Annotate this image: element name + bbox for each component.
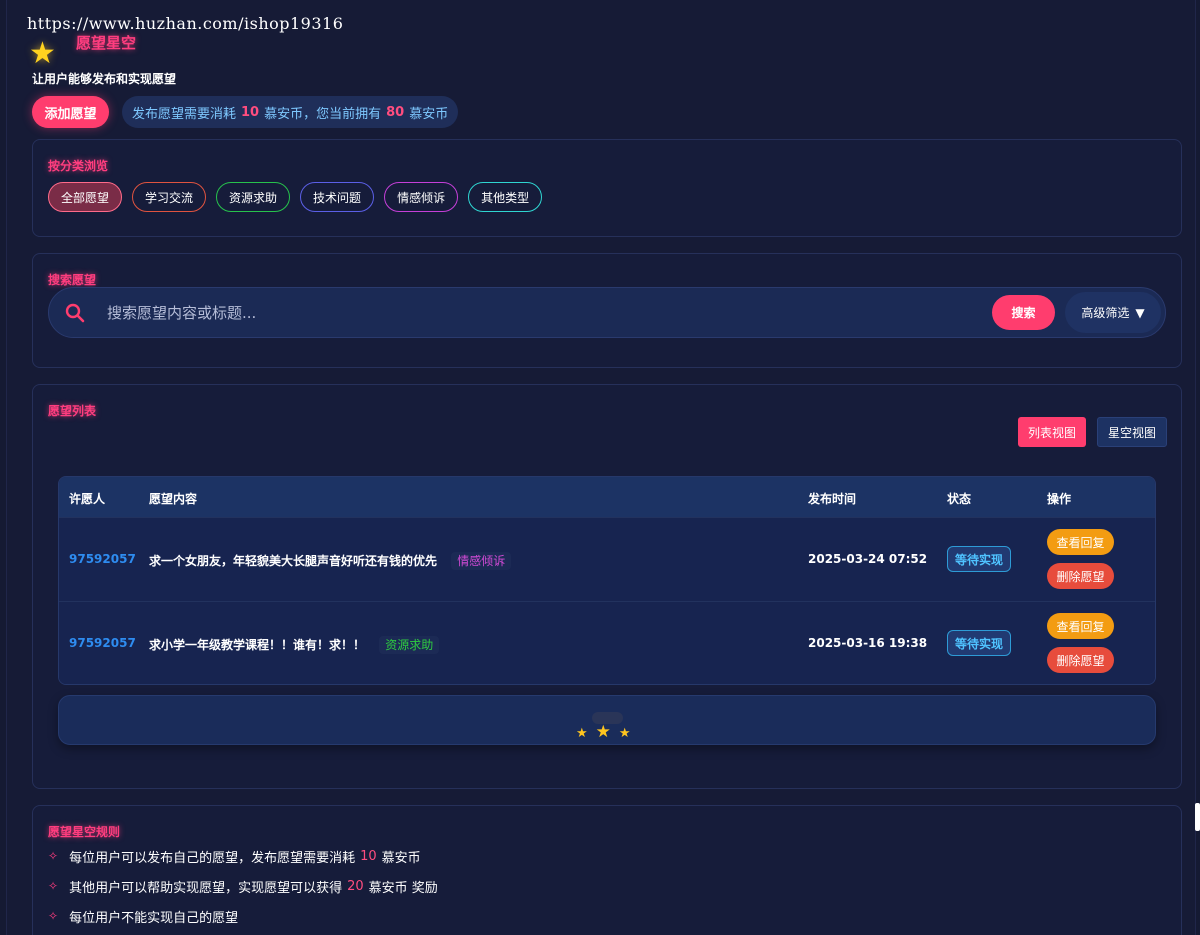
rule-number: 10 — [360, 848, 377, 864]
own-prefix: ，您当前拥有 — [303, 106, 382, 122]
page-stars: ★ ★ ★ — [576, 722, 631, 742]
status-badge: 等待实现 — [947, 630, 1012, 656]
wish-content: 求一个女朋友，年轻貌美大长腿声音好听还有钱的优先 情感倾诉 — [149, 552, 512, 570]
cost-unit: 慕安币 — [264, 106, 304, 122]
chevron-down-icon: ▼ — [1135, 305, 1145, 320]
view-replies-button[interactable]: 查看回复 — [1047, 529, 1114, 555]
column-header-actions: 操作 — [1047, 492, 1072, 506]
star-view-button[interactable]: 星空视图 — [1097, 417, 1168, 447]
wish-table: 许愿人 愿望内容 发布时间 状态 操作 97592057 求一个女朋友，年轻貌美… — [58, 476, 1156, 685]
column-header-status: 状态 — [947, 492, 972, 506]
status-badge: 等待实现 — [947, 546, 1012, 572]
category-pill-emotion[interactable]: 情感倾诉 — [384, 182, 459, 212]
table-header: 许愿人 愿望内容 发布时间 状态 操作 — [59, 477, 1155, 517]
category-pill-tech[interactable]: 技术问题 — [300, 182, 375, 212]
app-subtitle: 让用户能够发布和实现愿望 — [32, 72, 177, 86]
rule-number: 20 — [347, 878, 364, 894]
wish-category-tag: 情感倾诉 — [451, 552, 512, 570]
rules-card: 愿望星空规则 ✧ 每位用户可以发布自己的愿望，发布愿望需要消耗 10 慕安币 ✧… — [32, 805, 1182, 935]
wish-content: 求小学一年级教学课程！！谁有！求！！ 资源求助 — [149, 636, 440, 654]
wish-list-card: 愿望列表 列表视图 星空视图 许愿人 愿望内容 发布时间 状态 操作 97592… — [32, 384, 1182, 789]
advanced-filter-button[interactable]: 高级筛选 ▼ — [1065, 292, 1161, 333]
rule-unit: 慕安币 — [381, 850, 421, 866]
wish-category-tag: 资源求助 — [379, 636, 440, 654]
page-frame: https://www.huzhan.com/ishop19316 ★ 愿望星空… — [6, 0, 1196, 935]
search-bar: 搜索 高级筛选 ▼ — [48, 287, 1166, 338]
rule-unit: 慕安币 奖励 — [368, 880, 438, 896]
table-row: 97592057 求小学一年级教学课程！！谁有！求！！ 资源求助 2025-03… — [59, 601, 1155, 684]
wish-text: 求小学一年级教学课程！！谁有！求！！ — [149, 638, 366, 652]
delete-wish-button[interactable]: 删除愿望 — [1047, 563, 1114, 589]
cost-info-banner: 发布愿望需要消耗 10 慕安币 ，您当前拥有 80 慕安币 — [122, 96, 459, 128]
url-watermark: https://www.huzhan.com/ishop19316 — [27, 14, 344, 33]
table-row: 97592057 求一个女朋友，年轻貌美大长腿声音好听还有钱的优先 情感倾诉 2… — [59, 517, 1155, 601]
category-pill-resource[interactable]: 资源求助 — [216, 182, 291, 212]
sparkle-bullet-icon: ✧ — [48, 909, 59, 923]
search-button[interactable]: 搜索 — [992, 295, 1055, 330]
sparkle-bullet-icon: ✧ — [48, 849, 59, 863]
column-header-content: 愿望内容 — [149, 492, 198, 506]
category-card: 按分类浏览 全部愿望 学习交流 资源求助 技术问题 情感倾诉 其他类型 — [32, 139, 1182, 237]
rule-item: ✧ 其他用户可以帮助实现愿望，实现愿望可以获得 20 慕安币 奖励 — [48, 871, 438, 901]
category-filter-row: 全部愿望 学习交流 资源求助 技术问题 情感倾诉 其他类型 — [48, 182, 543, 212]
pagination-bar: ★ ★ ★ — [58, 695, 1156, 745]
rule-item: ✧ 每位用户不能实现自己的愿望 — [48, 901, 438, 931]
wish-time: 2025-03-24 07:52 — [808, 552, 928, 566]
own-value: 80 — [386, 104, 405, 120]
search-section-title: 搜索愿望 — [48, 273, 97, 287]
own-unit: 慕安币 — [409, 106, 449, 122]
sparkle-bullet-icon: ✧ — [48, 879, 59, 893]
scrollbar-thumb[interactable] — [1195, 803, 1200, 831]
category-pill-all[interactable]: 全部愿望 — [48, 182, 123, 212]
rule-text: 其他用户可以帮助实现愿望，实现愿望可以获得 — [69, 880, 343, 896]
star-icon: ★ — [576, 726, 588, 741]
search-icon — [65, 303, 85, 327]
rules-list: ✧ 每位用户可以发布自己的愿望，发布愿望需要消耗 10 慕安币 ✧ 其他用户可以… — [48, 841, 438, 931]
column-header-time: 发布时间 — [808, 492, 857, 506]
star-icon: ★ — [618, 726, 631, 741]
rule-text: 每位用户不能实现自己的愿望 — [69, 910, 239, 926]
app-title: 愿望星空 — [76, 34, 137, 52]
star-icon: ★ — [29, 36, 56, 71]
view-replies-button[interactable]: 查看回复 — [1047, 613, 1114, 639]
add-wish-button[interactable]: 添加愿望 — [32, 96, 109, 128]
star-icon: ★ — [595, 722, 611, 742]
rule-item: ✧ 每位用户可以发布自己的愿望，发布愿望需要消耗 10 慕安币 — [48, 841, 438, 871]
wish-list-section-title: 愿望列表 — [48, 404, 97, 418]
rule-text: 每位用户可以发布自己的愿望，发布愿望需要消耗 — [69, 850, 356, 866]
category-pill-study[interactable]: 学习交流 — [132, 182, 207, 212]
search-card: 搜索愿望 搜索 高级筛选 ▼ — [32, 253, 1182, 368]
category-pill-other[interactable]: 其他类型 — [468, 182, 543, 212]
category-section-title: 按分类浏览 — [48, 159, 109, 173]
column-header-user: 许愿人 — [69, 492, 106, 506]
wisher-id-link[interactable]: 97592057 — [69, 552, 136, 566]
rules-section-title: 愿望星空规则 — [48, 825, 121, 839]
delete-wish-button[interactable]: 删除愿望 — [1047, 647, 1114, 673]
list-view-button[interactable]: 列表视图 — [1018, 417, 1087, 447]
wish-time: 2025-03-16 19:38 — [808, 636, 928, 650]
wish-text: 求一个女朋友，年轻貌美大长腿声音好听还有钱的优先 — [149, 554, 438, 568]
cost-value: 10 — [241, 104, 260, 120]
cost-prefix: 发布愿望需要消耗 — [132, 106, 237, 122]
search-input[interactable] — [107, 300, 957, 326]
advanced-filter-label: 高级筛选 — [1081, 306, 1130, 320]
wisher-id-link[interactable]: 97592057 — [69, 636, 136, 650]
